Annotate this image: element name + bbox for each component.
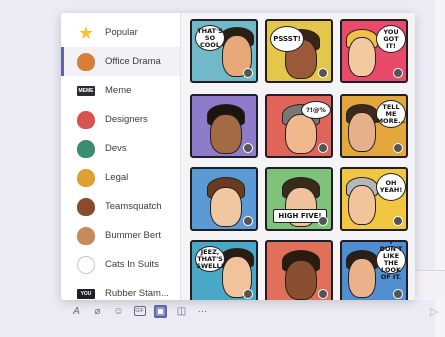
sticker-category-teamsquatch[interactable]: Teamsquatch: [61, 192, 180, 221]
send-icon[interactable]: ▷: [430, 305, 438, 318]
sticker-item[interactable]: ?!@%: [265, 94, 333, 158]
sticker-picker-popup: ★ Popular Office Drama MEME Meme Designers Dev…: [61, 13, 415, 300]
speech-bubble: TELL ME MORE...: [376, 100, 406, 128]
attach-icon[interactable]: ⌀: [91, 305, 104, 318]
sticker-customize-icon: [393, 216, 403, 226]
sticker-item[interactable]: PSSST!: [265, 19, 333, 83]
sticker-customize-icon: [393, 68, 403, 78]
sticker-category-popular[interactable]: ★ Popular: [61, 18, 180, 47]
sticker-item[interactable]: OH YEAH!: [340, 167, 408, 231]
sticker-item[interactable]: THAT'S SO COOL: [190, 19, 258, 83]
meme-icon: MEME: [77, 85, 95, 96]
star-icon: ★: [79, 24, 93, 42]
sticker-customize-icon: [393, 289, 403, 299]
compose-toolbar: A ⌀ ☺ GIF ▣ ◫ ···: [70, 303, 209, 319]
sticker-customize-icon: [318, 216, 328, 226]
bummer-bert-icon: [77, 226, 95, 245]
rubber-stamp-icon: YOU: [77, 288, 95, 299]
character-face: [210, 187, 242, 227]
sticker-grid: THAT'S SO COOL PSSST! YOU GOT IT! ?!@% TELL …: [180, 13, 415, 300]
character-face: [210, 114, 242, 154]
sticker-customize-icon: [318, 143, 328, 153]
sticker-category-list: ★ Popular Office Drama MEME Meme Designers Dev…: [61, 13, 180, 300]
gif-label: GIF: [133, 306, 146, 316]
sticker-category-devs[interactable]: Devs: [61, 134, 180, 163]
sticker-customize-icon: [243, 68, 253, 78]
sticker-item[interactable]: YOU GOT IT!: [340, 19, 408, 83]
sticker-category-meme[interactable]: MEME Meme: [61, 76, 180, 105]
sticker-category-designers[interactable]: Designers: [61, 105, 180, 134]
sticker-item[interactable]: [190, 94, 258, 158]
sticker-customize-icon: [243, 216, 253, 226]
speech-bubble: THAT'S SO COOL: [195, 25, 225, 51]
character-face: [285, 114, 317, 154]
teamsquatch-icon: [77, 197, 95, 216]
office-drama-icon: [77, 52, 95, 71]
speech-bubble: OH YEAH!: [376, 173, 406, 201]
character-face: [285, 260, 317, 300]
sticker-category-cats-in-suits[interactable]: Cats In Suits: [61, 250, 180, 279]
gif-icon[interactable]: GIF: [133, 305, 146, 318]
sticker-customize-icon: [243, 143, 253, 153]
sticker-category-label: Rubber Stam...: [105, 288, 169, 299]
speech-bubble: ?!@%: [301, 101, 331, 119]
devs-icon: [77, 139, 95, 158]
sticker-category-label: Legal: [105, 172, 129, 183]
sticker-category-label: Popular: [105, 27, 138, 38]
format-icon[interactable]: A: [70, 305, 83, 318]
sticker-category-rubber-stam[interactable]: YOU Rubber Stam...: [61, 279, 180, 300]
sticker-category-label: Cats In Suits: [105, 259, 159, 270]
speech-bubble: YOU GOT IT!: [376, 25, 406, 53]
sticker-item[interactable]: JEEZ, THAT'S SWELL!: [190, 240, 258, 300]
meet-now-icon[interactable]: ◫: [175, 305, 188, 318]
character-face: [348, 37, 376, 77]
sticker-category-label: Office Drama: [105, 56, 161, 67]
cats-in-suits-icon: [77, 255, 95, 274]
sticker-item[interactable]: HIGH FIVE!: [265, 167, 333, 231]
emoji-icon[interactable]: ☺: [112, 305, 125, 318]
legal-icon: [77, 168, 95, 187]
sticker-customize-icon: [318, 289, 328, 299]
more-options-icon[interactable]: ···: [196, 305, 209, 318]
sticker-customize-icon: [393, 143, 403, 153]
sticker-category-bummer-bert[interactable]: Bummer Bert: [61, 221, 180, 250]
sticker-customize-icon: [243, 289, 253, 299]
compose-box-edge: [412, 270, 445, 300]
sticker-category-label: Bummer Bert: [105, 230, 161, 241]
sticker-item[interactable]: TELL ME MORE...: [340, 94, 408, 158]
sticker-item[interactable]: [190, 167, 258, 231]
character-face: [348, 258, 376, 298]
sticker-category-label: Designers: [105, 114, 148, 125]
character-face: [348, 112, 376, 152]
sticker-customize-icon: [318, 68, 328, 78]
sticker-category-office-drama[interactable]: Office Drama: [61, 47, 180, 76]
designers-icon: [77, 110, 95, 129]
sticker-category-legal[interactable]: Legal: [61, 163, 180, 192]
speech-bubble: I DON'T LIKE THE LOOK OF IT.: [376, 242, 406, 281]
character-face: [348, 185, 376, 225]
sticker-item[interactable]: [265, 240, 333, 300]
sticker-category-label: Meme: [105, 85, 132, 96]
sticker-item[interactable]: I DON'T LIKE THE LOOK OF IT.: [340, 240, 408, 300]
speech-bubble: JEEZ, THAT'S SWELL!: [195, 246, 225, 272]
sticker-category-label: Devs: [105, 143, 127, 154]
sticker-category-label: Teamsquatch: [105, 201, 162, 212]
sticker-icon[interactable]: ▣: [154, 304, 167, 318]
speech-bubble: PSSST!: [270, 26, 304, 52]
